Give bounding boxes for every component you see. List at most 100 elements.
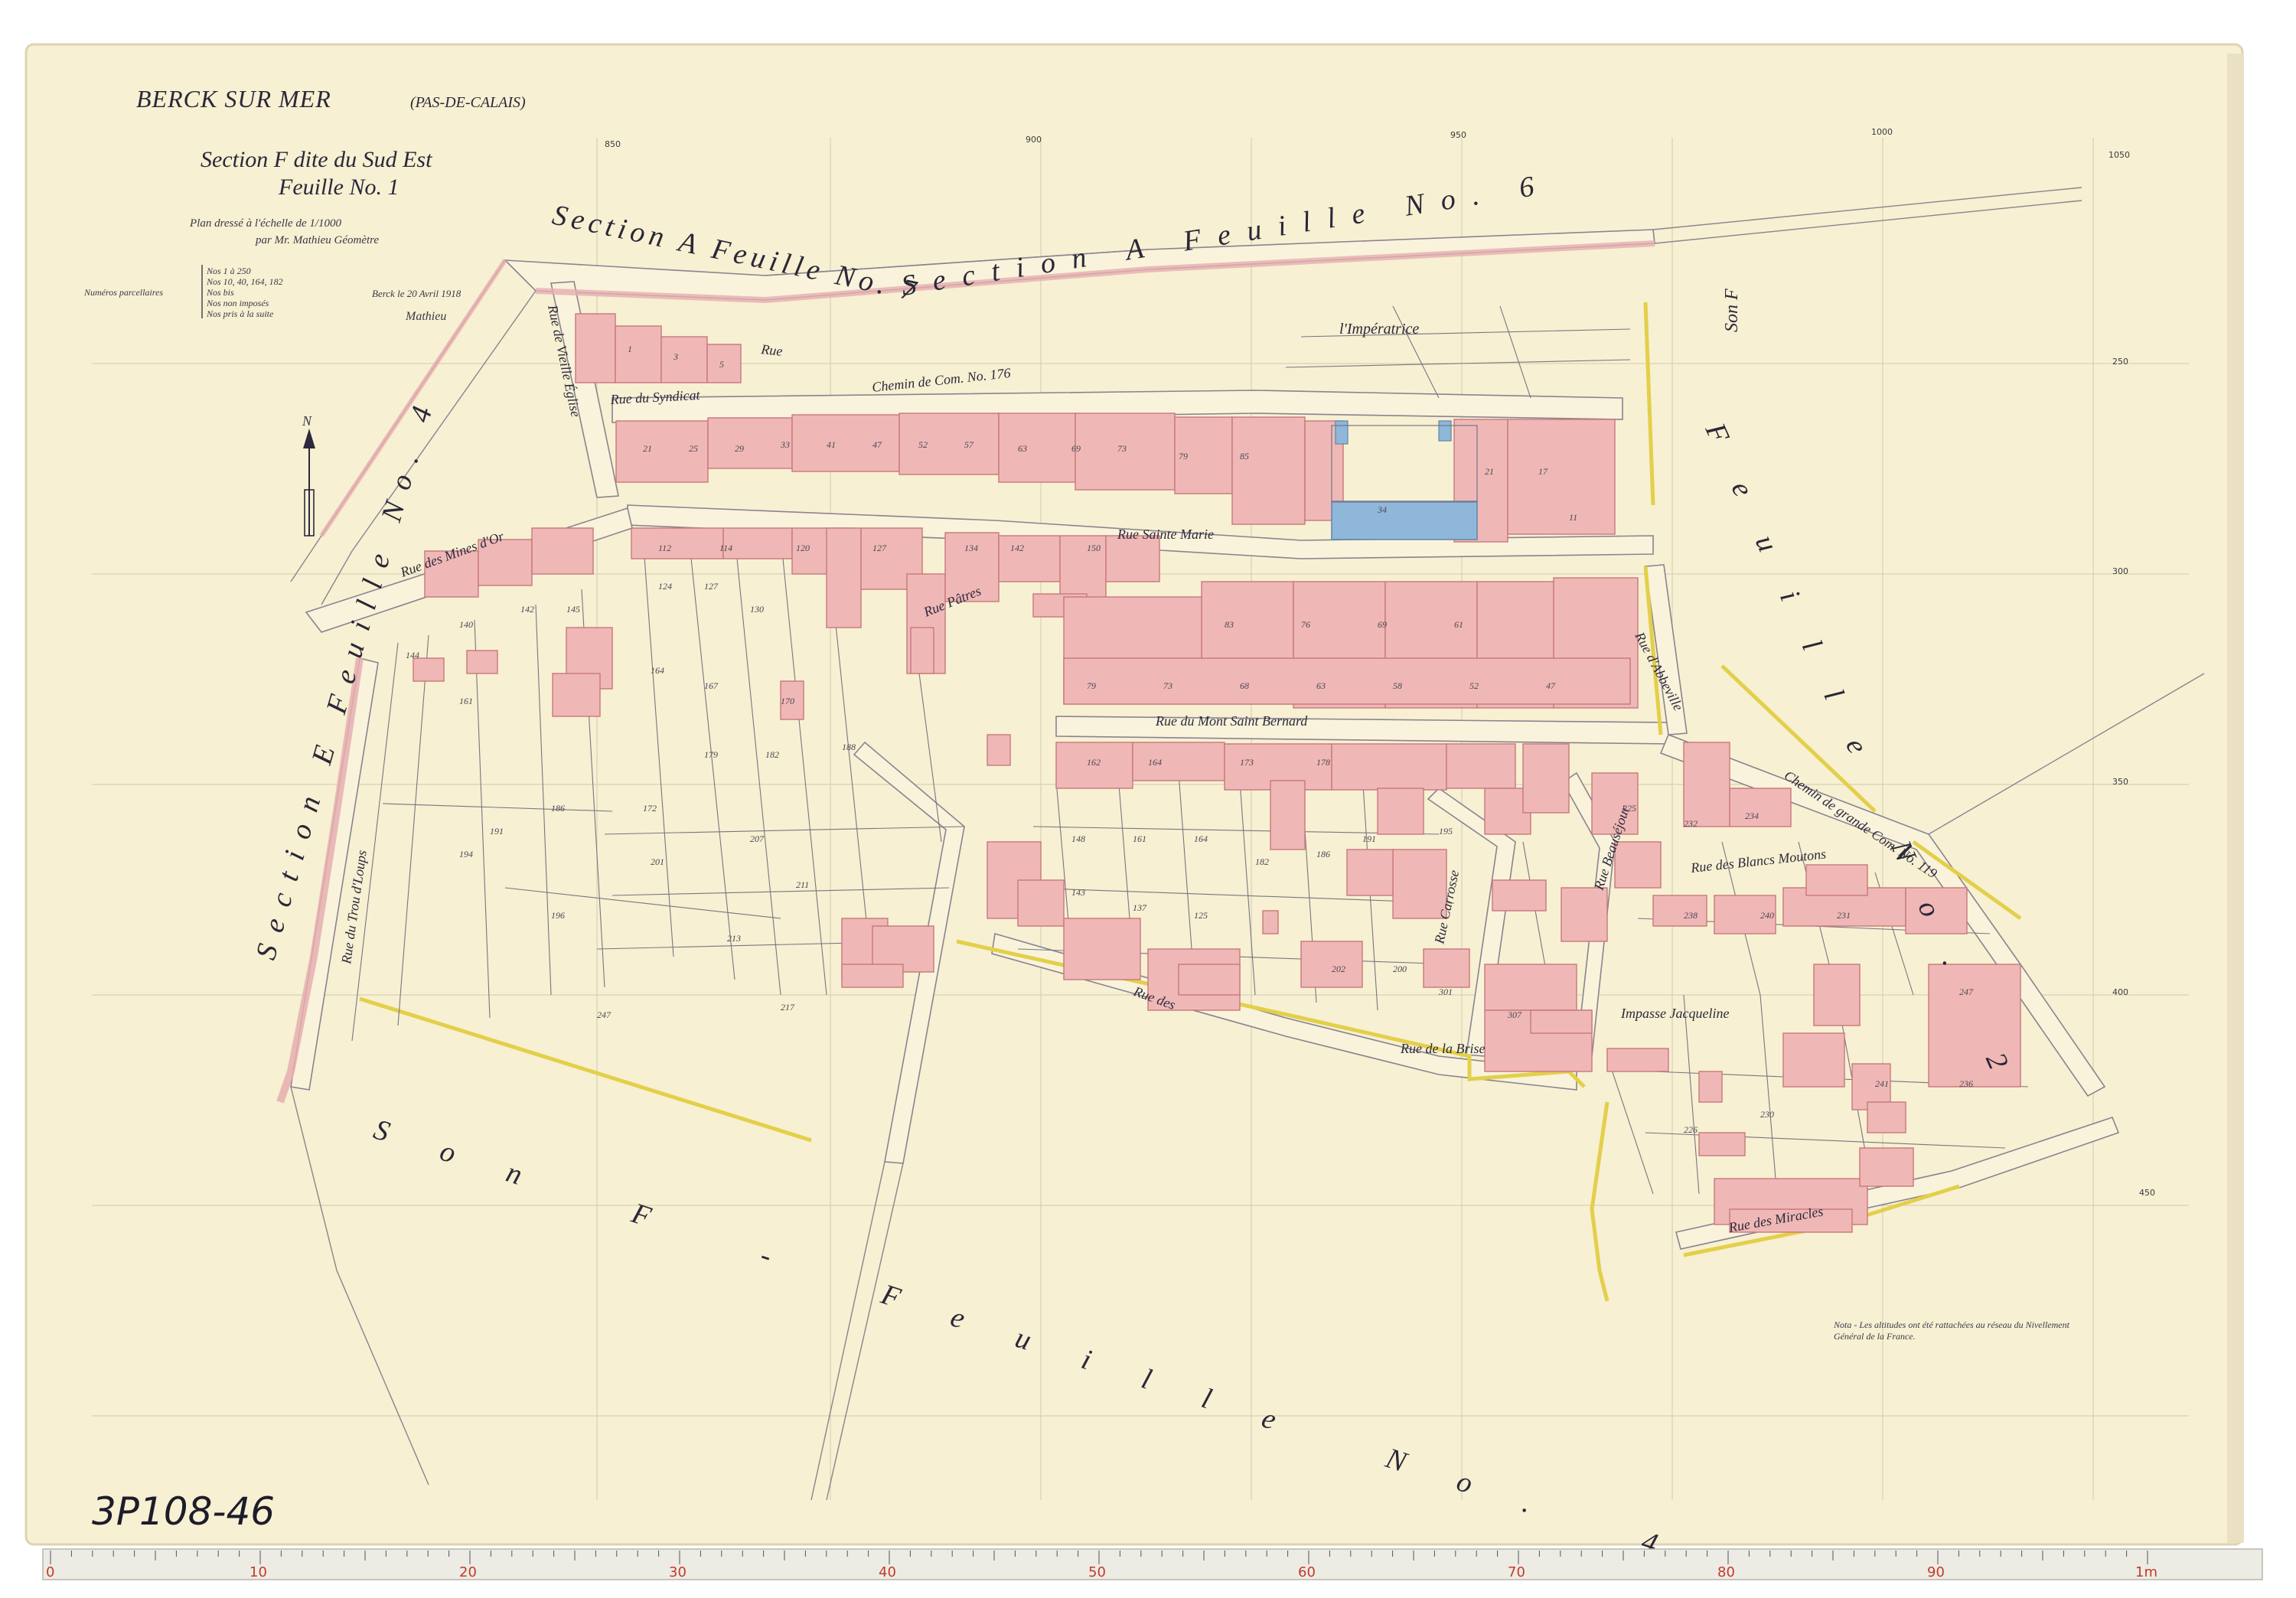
svg-text:150: 150 bbox=[1087, 543, 1101, 553]
grid-number: 1050 bbox=[2108, 150, 2130, 160]
svg-text:182: 182 bbox=[765, 749, 779, 760]
svg-text:69: 69 bbox=[1378, 619, 1387, 630]
svg-text:196: 196 bbox=[551, 910, 565, 921]
svg-text:63: 63 bbox=[1316, 680, 1326, 691]
adjacent-section-f-top: Son F bbox=[1722, 289, 1742, 332]
svg-text:238: 238 bbox=[1684, 910, 1698, 921]
svg-text:130: 130 bbox=[750, 604, 764, 615]
svg-text:47: 47 bbox=[872, 439, 882, 450]
svg-text:173: 173 bbox=[1240, 757, 1254, 768]
svg-text:211: 211 bbox=[796, 879, 809, 890]
svg-text:79: 79 bbox=[1179, 451, 1188, 461]
department-label: (PAS-DE-CALAIS) bbox=[410, 94, 526, 111]
ruler-label: 1m bbox=[2135, 1564, 2157, 1580]
svg-text:307: 307 bbox=[1507, 1009, 1522, 1020]
svg-text:73: 73 bbox=[1117, 443, 1127, 454]
north-arrow-label: N bbox=[302, 413, 312, 429]
svg-text:5: 5 bbox=[719, 359, 724, 370]
svg-text:188: 188 bbox=[842, 742, 856, 752]
svg-text:200: 200 bbox=[1393, 964, 1407, 974]
paper-shadow bbox=[2227, 54, 2244, 1543]
ruler-label: 80 bbox=[1717, 1564, 1735, 1580]
scale-note: Plan dressé à l'échelle de 1/1000 bbox=[189, 217, 342, 230]
svg-text:164: 164 bbox=[651, 665, 664, 676]
svg-text:161: 161 bbox=[459, 696, 473, 706]
svg-text:162: 162 bbox=[1087, 757, 1101, 768]
svg-text:182: 182 bbox=[1255, 856, 1269, 867]
svg-text:186: 186 bbox=[1316, 849, 1330, 859]
date-note: Berck le 20 Avril 1918 bbox=[372, 288, 461, 299]
ruler-label: 30 bbox=[669, 1564, 687, 1580]
svg-text:68: 68 bbox=[1240, 680, 1249, 691]
svg-text:73: 73 bbox=[1163, 680, 1172, 691]
public-building-blue bbox=[1331, 501, 1478, 540]
svg-text:142: 142 bbox=[1010, 543, 1024, 553]
ruler-label: 0 bbox=[46, 1564, 54, 1580]
grid-number: 950 bbox=[1450, 130, 1466, 140]
svg-text:127: 127 bbox=[704, 581, 719, 592]
street-label: l'Impératrice bbox=[1339, 321, 1419, 338]
svg-text:58: 58 bbox=[1393, 680, 1402, 691]
street-label: Rue de la Brise bbox=[1400, 1041, 1485, 1056]
svg-text:240: 240 bbox=[1760, 910, 1774, 921]
svg-text:29: 29 bbox=[735, 443, 744, 454]
svg-text:191: 191 bbox=[1362, 833, 1376, 844]
grid-number: 350 bbox=[2112, 777, 2128, 787]
ruler-label: 70 bbox=[1508, 1564, 1525, 1580]
svg-text:144: 144 bbox=[406, 650, 419, 660]
svg-text:11: 11 bbox=[1569, 512, 1577, 523]
svg-text:34: 34 bbox=[1377, 504, 1387, 515]
author-note: par Mr. Mathieu Géomètre bbox=[255, 234, 379, 246]
sheet-title: Feuille No. 1 bbox=[278, 174, 399, 200]
public-building-blue bbox=[1335, 420, 1349, 445]
svg-text:247: 247 bbox=[597, 1009, 612, 1020]
svg-text:21: 21 bbox=[1485, 466, 1494, 477]
svg-text:69: 69 bbox=[1071, 443, 1081, 454]
svg-text:230: 230 bbox=[1760, 1109, 1774, 1120]
svg-text:85: 85 bbox=[1240, 451, 1249, 461]
map-note-frame: Nota - Les altitudes ont été rattachées … bbox=[1834, 1319, 2069, 1342]
svg-text:76: 76 bbox=[1301, 619, 1310, 630]
svg-text:3: 3 bbox=[673, 351, 678, 362]
svg-text:178: 178 bbox=[1316, 757, 1330, 768]
cadastral-map: 850 900 950 1000 1050 250 300 350 400 45… bbox=[24, 43, 2263, 1580]
svg-text:83: 83 bbox=[1225, 619, 1234, 630]
svg-text:114: 114 bbox=[719, 543, 732, 553]
svg-text:213: 213 bbox=[727, 933, 741, 944]
svg-text:202: 202 bbox=[1332, 964, 1345, 974]
svg-text:61: 61 bbox=[1454, 619, 1463, 630]
svg-text:63: 63 bbox=[1018, 443, 1027, 454]
svg-text:47: 47 bbox=[1546, 680, 1556, 691]
ruler-label: 90 bbox=[1927, 1564, 1945, 1580]
svg-text:17: 17 bbox=[1538, 466, 1548, 477]
svg-text:241: 241 bbox=[1875, 1078, 1889, 1089]
svg-text:52: 52 bbox=[918, 439, 928, 450]
legend-row: Nos bis bbox=[206, 287, 234, 298]
svg-text:57: 57 bbox=[964, 439, 974, 450]
svg-text:145: 145 bbox=[566, 604, 580, 615]
svg-text:25: 25 bbox=[689, 443, 698, 454]
street-label: Rue bbox=[760, 341, 784, 359]
svg-text:201: 201 bbox=[651, 856, 664, 867]
grid-number: 850 bbox=[605, 139, 621, 149]
svg-text:1: 1 bbox=[628, 344, 632, 354]
svg-text:112: 112 bbox=[658, 543, 671, 553]
archive-code: 3P108-46 bbox=[92, 1489, 275, 1534]
svg-text:191: 191 bbox=[490, 826, 504, 837]
svg-text:167: 167 bbox=[704, 680, 719, 691]
grid-number: 400 bbox=[2112, 987, 2128, 997]
ruler-label: 60 bbox=[1298, 1564, 1316, 1580]
svg-text:79: 79 bbox=[1087, 680, 1096, 691]
legend-row: Nos non imposés bbox=[206, 298, 269, 308]
svg-text:41: 41 bbox=[827, 439, 836, 450]
svg-text:217: 217 bbox=[781, 1002, 795, 1013]
town-title: BERCK SUR MER bbox=[136, 85, 331, 113]
street-label: Rue du Mont Saint Bernard bbox=[1155, 713, 1308, 729]
svg-text:226: 226 bbox=[1684, 1124, 1698, 1135]
svg-text:127: 127 bbox=[872, 543, 887, 553]
svg-text:124: 124 bbox=[658, 581, 672, 592]
svg-text:134: 134 bbox=[964, 543, 978, 553]
svg-text:179: 179 bbox=[704, 749, 718, 760]
svg-text:195: 195 bbox=[1439, 826, 1453, 837]
ruler-label: 20 bbox=[459, 1564, 477, 1580]
